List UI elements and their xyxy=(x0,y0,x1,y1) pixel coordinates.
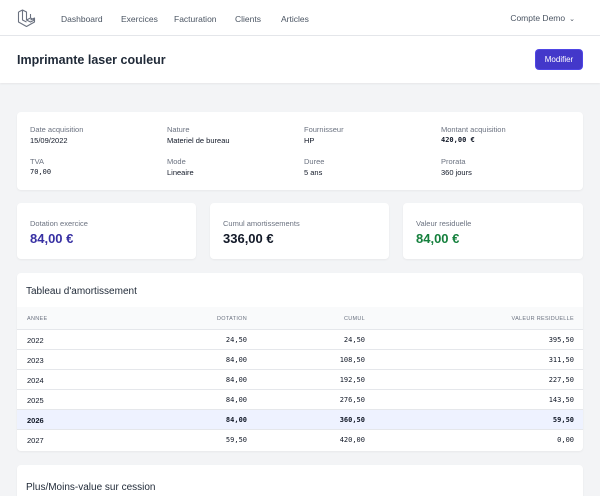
cell-residuelle: 0,00 xyxy=(557,436,574,444)
detail-label: TVA xyxy=(30,157,45,166)
stat-label: Dotation exercice xyxy=(30,219,88,228)
stat-value: 84,00 € xyxy=(416,231,460,246)
cell-dotation: 24,50 xyxy=(225,336,247,344)
cell-dotation: 84,00 xyxy=(225,416,247,424)
cell-residuelle: 227,50 xyxy=(548,376,574,384)
column-header-cumul: CUMUL xyxy=(343,316,365,322)
chevron-down-icon: ⌄ xyxy=(569,16,575,23)
detail-label: Fournisseur xyxy=(304,125,344,134)
detail-label: Date acquisition xyxy=(30,125,84,134)
cell-dotation: 59,50 xyxy=(225,436,247,444)
detail-value: HP xyxy=(304,136,315,145)
nav-link-facturation[interactable]: Facturation xyxy=(174,14,217,24)
detail-value: Materiel de bureau xyxy=(167,136,230,145)
cell-dotation: 84,00 xyxy=(225,376,247,384)
nav-link-clients[interactable]: Clients xyxy=(235,14,261,24)
column-header-valeur-residuelle: VALEUR RESIDUELLE xyxy=(511,316,574,322)
detail-value: 15/09/2022 xyxy=(30,136,68,145)
asset-details-card: Date acquisition 15/09/2022 Nature Mater… xyxy=(17,112,583,190)
cell-cumul: 108,50 xyxy=(339,356,365,364)
detail-label: Montant acquisition xyxy=(441,125,506,134)
cell-dotation: 84,00 xyxy=(225,396,247,404)
app-logo-icon[interactable] xyxy=(17,8,37,28)
cell-year: 2025 xyxy=(27,396,44,405)
cell-residuelle: 143,50 xyxy=(548,396,574,404)
cell-residuelle: 311,50 xyxy=(548,356,574,364)
amortization-table-card: Tableau d'amortissement ANNEE DOTATION C… xyxy=(17,273,583,451)
cession-card: Plus/Moins-value sur cession xyxy=(17,465,583,496)
table-row-current: 2026 84,00 360,50 59,50 xyxy=(17,409,583,429)
stat-value: 336,00 € xyxy=(223,231,274,246)
detail-value: 5 ans xyxy=(304,168,323,177)
page-header: Imprimante laser couleur Modifier xyxy=(0,36,600,83)
top-navbar: Dashboard Exercices Facturation Clients … xyxy=(0,0,600,36)
cell-cumul: 192,50 xyxy=(339,376,365,384)
account-name: Compte Demo xyxy=(510,13,566,23)
detail-value: 70,00 xyxy=(30,168,52,176)
nav-link-articles[interactable]: Articles xyxy=(281,14,309,24)
cell-year: 2024 xyxy=(27,376,44,385)
edit-button[interactable]: Modifier xyxy=(536,50,582,69)
cell-cumul: 276,50 xyxy=(339,396,365,404)
section-title: Plus/Moins-value sur cession xyxy=(26,482,156,493)
nav-link-exercices[interactable]: Exercices xyxy=(121,14,158,24)
table-row: 2023 84,00 108,50 311,50 xyxy=(17,349,583,369)
stat-label: Cumul amortissements xyxy=(223,219,300,228)
cell-year: 2026 xyxy=(27,416,44,425)
detail-value: 420,00 € xyxy=(441,136,475,144)
stat-card-residuelle: Valeur residuelle 84,00 € xyxy=(403,203,583,259)
account-menu[interactable]: Compte Demo ⌄ xyxy=(510,13,575,23)
table-header: ANNEE DOTATION CUMUL VALEUR RESIDUELLE xyxy=(17,307,583,329)
cell-year: 2027 xyxy=(27,436,44,445)
cell-residuelle: 395,50 xyxy=(548,336,574,344)
cell-year: 2022 xyxy=(27,336,44,345)
cell-dotation: 84,00 xyxy=(225,356,247,364)
stat-label: Valeur residuelle xyxy=(416,219,472,228)
table-row: 2027 59,50 420,00 0,00 xyxy=(17,429,583,449)
column-header-dotation: DOTATION xyxy=(217,316,247,322)
column-header-annee: ANNEE xyxy=(27,316,48,322)
nav-link-dashboard[interactable]: Dashboard xyxy=(61,14,103,24)
detail-label: Duree xyxy=(304,157,325,166)
table-row: 2024 84,00 192,50 227,50 xyxy=(17,369,583,389)
detail-label: Mode xyxy=(167,157,186,166)
page-title: Imprimante laser couleur xyxy=(17,53,166,67)
cell-cumul: 360,50 xyxy=(339,416,365,424)
detail-label: Nature xyxy=(167,125,190,134)
stat-card-dotation: Dotation exercice 84,00 € xyxy=(17,203,196,259)
detail-value: Lineaire xyxy=(167,168,194,177)
table-row: 2025 84,00 276,50 143,50 xyxy=(17,389,583,409)
detail-label: Prorata xyxy=(441,157,466,166)
cell-cumul: 420,00 xyxy=(339,436,365,444)
cell-residuelle: 59,50 xyxy=(552,416,574,424)
stat-card-cumul: Cumul amortissements 336,00 € xyxy=(210,203,389,259)
section-title: Tableau d'amortissement xyxy=(26,286,137,297)
cell-year: 2023 xyxy=(27,356,44,365)
table-row: 2022 24,50 24,50 395,50 xyxy=(17,329,583,349)
detail-value: 360 jours xyxy=(441,168,472,177)
cell-cumul: 24,50 xyxy=(343,336,365,344)
stat-value: 84,00 € xyxy=(30,231,74,246)
